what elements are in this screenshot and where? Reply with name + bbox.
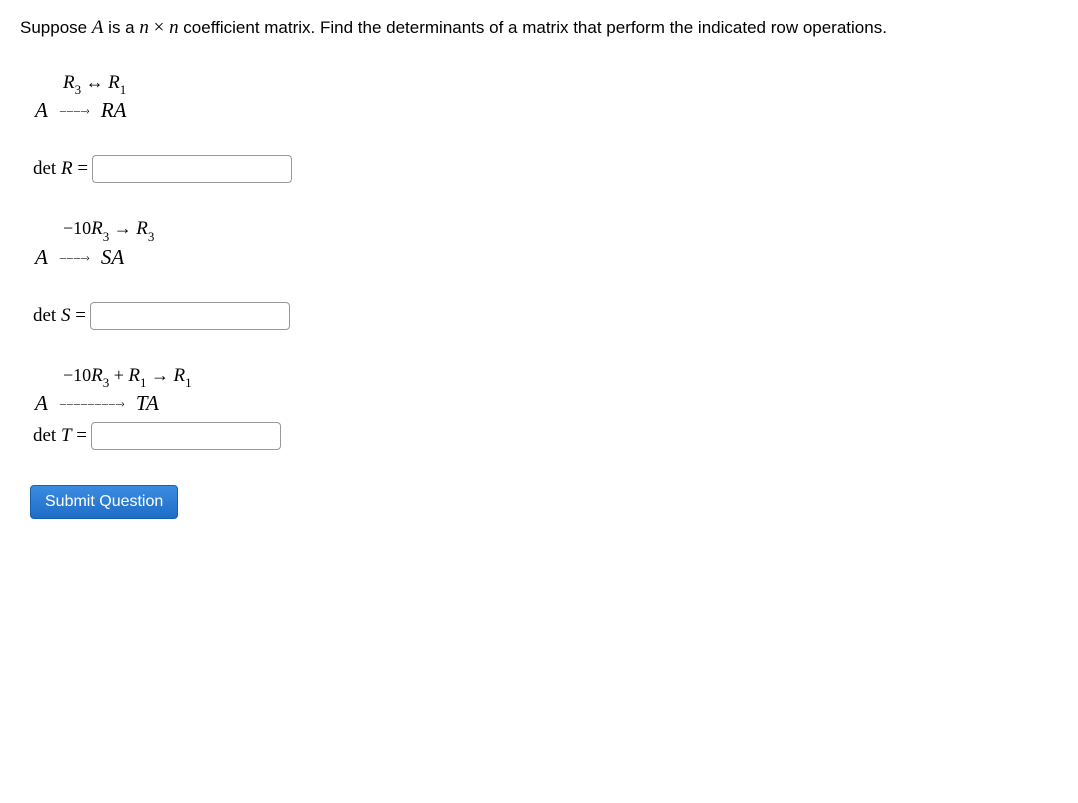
det-label-2: det [33, 305, 56, 326]
det-input-T[interactable] [91, 422, 281, 450]
det-line-2: det S = [33, 302, 1058, 330]
transform-lhs-3: A [35, 391, 48, 416]
transform-rhs-3: TA [136, 391, 159, 416]
question-prompt: Suppose A is a n × n coefficient matrix.… [20, 15, 1058, 42]
det-var-3: T [61, 425, 72, 446]
equals-1: = [77, 158, 88, 179]
transform-lhs-2: A [35, 245, 48, 270]
question-prefix: Suppose [20, 18, 92, 37]
det-input-S[interactable] [90, 302, 290, 330]
problem-block-2: −10R3 → R3 A – – – –› SA det S = [35, 218, 1058, 330]
det-label-1: det [33, 158, 56, 179]
row-operation-2: −10R3 → R3 [63, 218, 1058, 243]
transform-line-2: A – – – –› SA [35, 245, 1058, 270]
submit-button[interactable]: Submit Question [30, 485, 178, 519]
arrow-1: – – – –› [60, 103, 89, 118]
transform-rhs-1: RA [101, 98, 127, 123]
arrow-2: – – – –› [60, 250, 89, 265]
det-var-1: R [61, 158, 73, 179]
row-operation-3: −10R3 + R1 → R1 [63, 365, 1058, 390]
det-input-R[interactable] [92, 155, 292, 183]
times-symbol: × [149, 17, 169, 38]
problem-block-1: R3 ↔ R1 A – – – –› RA det R = [35, 72, 1058, 184]
arrow-3: – – – – – – – – –› [60, 396, 124, 411]
transform-rhs-2: SA [101, 245, 124, 270]
row-operation-1: R3 ↔ R1 [63, 72, 1058, 97]
dim-n1: n [139, 17, 149, 38]
det-line-3: det T = [33, 422, 1058, 450]
equals-3: = [76, 425, 87, 446]
dim-n2: n [169, 17, 179, 38]
matrix-var: A [92, 17, 104, 38]
transform-line-3: A – – – – – – – – –› TA [35, 391, 1058, 416]
transform-line-1: A – – – –› RA [35, 98, 1058, 123]
problem-block-3: −10R3 + R1 → R1 A – – – – – – – – –› T A … [35, 365, 1058, 451]
transform-lhs-1: A [35, 98, 48, 123]
equals-2: = [75, 305, 86, 326]
det-label-3: det [33, 425, 56, 446]
question-mid1: is a [103, 18, 139, 37]
question-suffix: coefficient matrix. Find the determinant… [179, 18, 887, 37]
det-var-2: S [61, 305, 71, 326]
det-line-1: det R = [33, 155, 1058, 183]
